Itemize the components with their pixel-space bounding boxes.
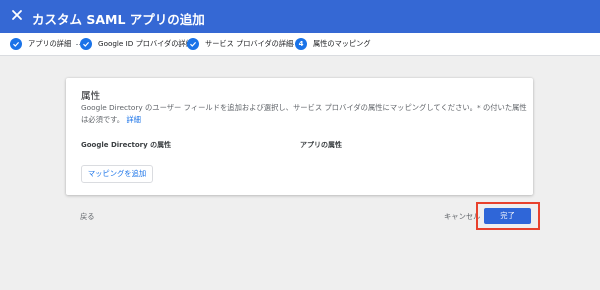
- column-header-app: アプリの属性: [300, 141, 342, 149]
- learn-more-link[interactable]: 詳細: [126, 115, 141, 124]
- check-icon: [80, 38, 92, 50]
- attributes-card: 属性 Google Directory のユーザー フィールドを追加および選択し…: [66, 78, 533, 195]
- add-mapping-button[interactable]: マッピングを追加: [81, 165, 153, 183]
- close-icon[interactable]: [10, 8, 24, 22]
- card-description: Google Directory のユーザー フィールドを追加および選択し、サー…: [81, 102, 531, 125]
- cancel-button[interactable]: キャンセル: [444, 212, 480, 222]
- step-idp-details[interactable]: Google ID プロバイダの詳細: [80, 38, 193, 50]
- step-sp-details[interactable]: サービス プロバイダの詳細: [187, 38, 293, 50]
- back-button[interactable]: 戻る: [80, 212, 95, 222]
- check-icon: [187, 38, 199, 50]
- description-text: Google Directory のユーザー フィールドを追加および選択し、サー…: [81, 103, 527, 124]
- page-title: カスタム SAML アプリの追加: [32, 12, 205, 27]
- step-attribute-mapping[interactable]: 4 属性のマッピング: [295, 38, 371, 50]
- app-header: カスタム SAML アプリの追加: [0, 0, 600, 33]
- card-title: 属性: [81, 91, 101, 102]
- highlight-box: [476, 202, 540, 230]
- column-header-directory: Google Directory の属性: [81, 141, 172, 149]
- check-icon: [10, 38, 22, 50]
- step-label: サービス プロバイダの詳細: [205, 39, 294, 48]
- stepper: アプリの詳細 Google ID プロバイダの詳細 サービス プロバイダの詳細 …: [0, 33, 600, 56]
- step-label: 属性のマッピング: [313, 39, 371, 48]
- step-app-details[interactable]: アプリの詳細: [10, 38, 71, 50]
- step-label: アプリの詳細: [28, 39, 72, 48]
- step-separator: [286, 44, 294, 45]
- step-number-badge: 4: [295, 38, 307, 50]
- step-separator: [178, 44, 186, 45]
